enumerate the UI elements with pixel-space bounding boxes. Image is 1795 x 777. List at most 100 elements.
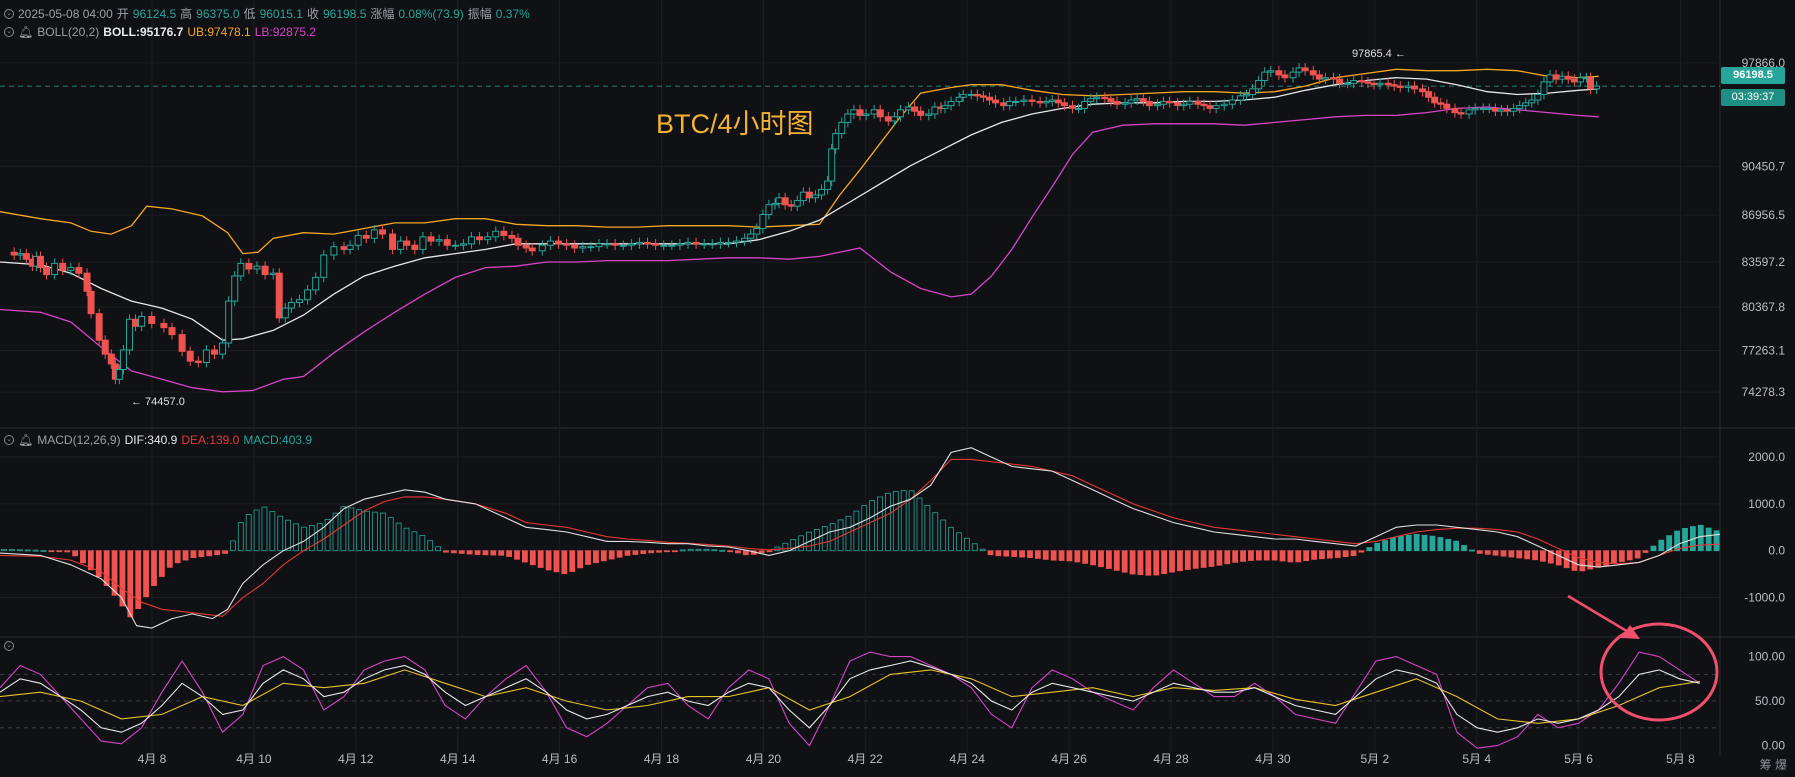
x-tick-label: 4月 16 <box>542 752 578 766</box>
candle-up <box>741 237 749 242</box>
macd-histogram-bar <box>1082 550 1089 564</box>
candle-down <box>1586 77 1594 90</box>
candle-down <box>362 234 370 239</box>
corner-tools[interactable]: 筹 爆 <box>1760 756 1787 773</box>
high-annotation: 97865.4 ← <box>1352 48 1406 60</box>
macd-histogram-bar <box>853 510 860 552</box>
change-label: 涨幅 <box>370 7 395 21</box>
macd-histogram-bar <box>151 550 157 587</box>
bell-icon[interactable]: 🔔︎ <box>18 25 33 39</box>
close-value: 96198.5 <box>322 6 367 21</box>
macd-histogram-bar <box>230 540 236 552</box>
macd-histogram-bar <box>1532 550 1538 561</box>
candle-up <box>1249 88 1257 95</box>
collapse-icon[interactable]: ⌄ <box>4 27 14 37</box>
candle-up <box>870 109 878 115</box>
macd-histogram-bar <box>971 543 978 552</box>
macd-histogram-bar <box>537 550 544 568</box>
macd-histogram-bar <box>624 550 631 556</box>
macd-histogram-bar <box>237 522 244 552</box>
candle-up <box>467 236 475 245</box>
macd-histogram-bar <box>285 519 292 552</box>
candle-up <box>1180 103 1188 107</box>
candle-up <box>1133 98 1141 101</box>
close-label: 收 <box>306 7 319 21</box>
candle-up <box>16 253 24 256</box>
candle-down <box>178 334 186 352</box>
macd-histogram-bar <box>411 531 418 552</box>
candle-up <box>1546 74 1554 83</box>
dif-value: DIF:340.9 <box>124 433 178 447</box>
candle-up <box>1255 79 1263 90</box>
candle-up <box>676 243 684 246</box>
candle-up <box>931 106 939 115</box>
macd-histogram-bar <box>1524 550 1531 560</box>
x-tick-label: 4月 30 <box>1255 752 1291 766</box>
x-tick-label: 4月 10 <box>236 752 272 766</box>
macd-histogram-bar <box>1658 539 1665 552</box>
candle-down <box>75 267 83 274</box>
candle-up <box>1020 99 1028 102</box>
macd-histogram-bar <box>427 540 434 552</box>
btc-4h-chart[interactable]: 4月 8 4月 10 4月 12 4月 14 4月 16 4月 18 4月 20 4月 22 4… <box>0 0 1795 777</box>
candle-up <box>51 262 59 276</box>
candle-down <box>1443 103 1451 109</box>
macd-histogram-bar <box>466 550 473 555</box>
macd-histogram-bar <box>103 550 110 586</box>
candle-up <box>700 243 708 246</box>
candle-down <box>1028 99 1036 102</box>
macd-histogram-bar <box>490 550 497 556</box>
macd-histogram-bar <box>561 550 568 575</box>
macd-histogram-bar <box>1650 545 1657 552</box>
candle-up <box>708 243 716 246</box>
kdj-tick-label: 0.00 <box>1762 739 1786 753</box>
macd-histogram-bar <box>585 550 591 565</box>
candle-down <box>1309 70 1317 76</box>
candle-down <box>973 93 981 97</box>
candle-up <box>484 236 492 241</box>
candle-down <box>1000 102 1008 107</box>
candle-up <box>1558 75 1566 80</box>
macd-histogram-bar <box>1090 550 1097 566</box>
candle-up <box>668 244 676 247</box>
chart-title: BTC/4小时图 <box>656 109 814 139</box>
candle-down <box>83 272 91 292</box>
macd-histogram-bar <box>892 491 899 552</box>
candle-down <box>1396 85 1404 88</box>
macd-histogram-bar <box>719 549 726 552</box>
amplitude-value: 0.37% <box>495 6 530 21</box>
macd-histogram-bar <box>664 550 670 553</box>
candle-up <box>451 244 459 247</box>
candle-up <box>115 369 123 380</box>
highlight-arrow-line <box>1567 594 1631 635</box>
macd-histogram-bar <box>435 546 441 552</box>
collapse-icon[interactable]: ⌄ <box>4 8 14 19</box>
candle-down <box>1370 82 1378 86</box>
macd-histogram-bar <box>1500 550 1507 557</box>
macd-tick-label: 2000.0 <box>1748 450 1785 464</box>
macd-histogram-bar <box>1216 550 1223 566</box>
candle-down <box>148 315 156 324</box>
macd-histogram-bar <box>1098 550 1104 568</box>
candle-up <box>1048 99 1056 102</box>
candle-up <box>354 234 362 246</box>
macd-histogram-bar <box>1674 530 1681 552</box>
low-label: 低 <box>243 7 256 21</box>
collapse-icon[interactable]: ⌄ <box>4 641 14 651</box>
macd-histogram-bar <box>506 550 513 557</box>
macd-histogram-bar <box>1058 550 1065 561</box>
macd-histogram-bar <box>269 511 276 552</box>
candle-up <box>1242 93 1250 97</box>
price-tick-label: 86956.5 <box>1742 208 1786 222</box>
candle-up <box>775 197 783 204</box>
candle-up <box>1344 82 1352 85</box>
macd-histogram-bar <box>1358 550 1365 553</box>
price-tick-label: 74278.3 <box>1742 385 1786 399</box>
macd-histogram-bar <box>932 512 939 552</box>
candle-down <box>245 262 253 270</box>
macd-histogram-bar <box>995 550 1002 557</box>
collapse-icon[interactable]: ⌄ <box>4 435 14 445</box>
bell-icon[interactable]: 🔔︎ <box>18 433 33 447</box>
candle-up <box>818 188 826 196</box>
candle-down <box>1564 75 1572 80</box>
